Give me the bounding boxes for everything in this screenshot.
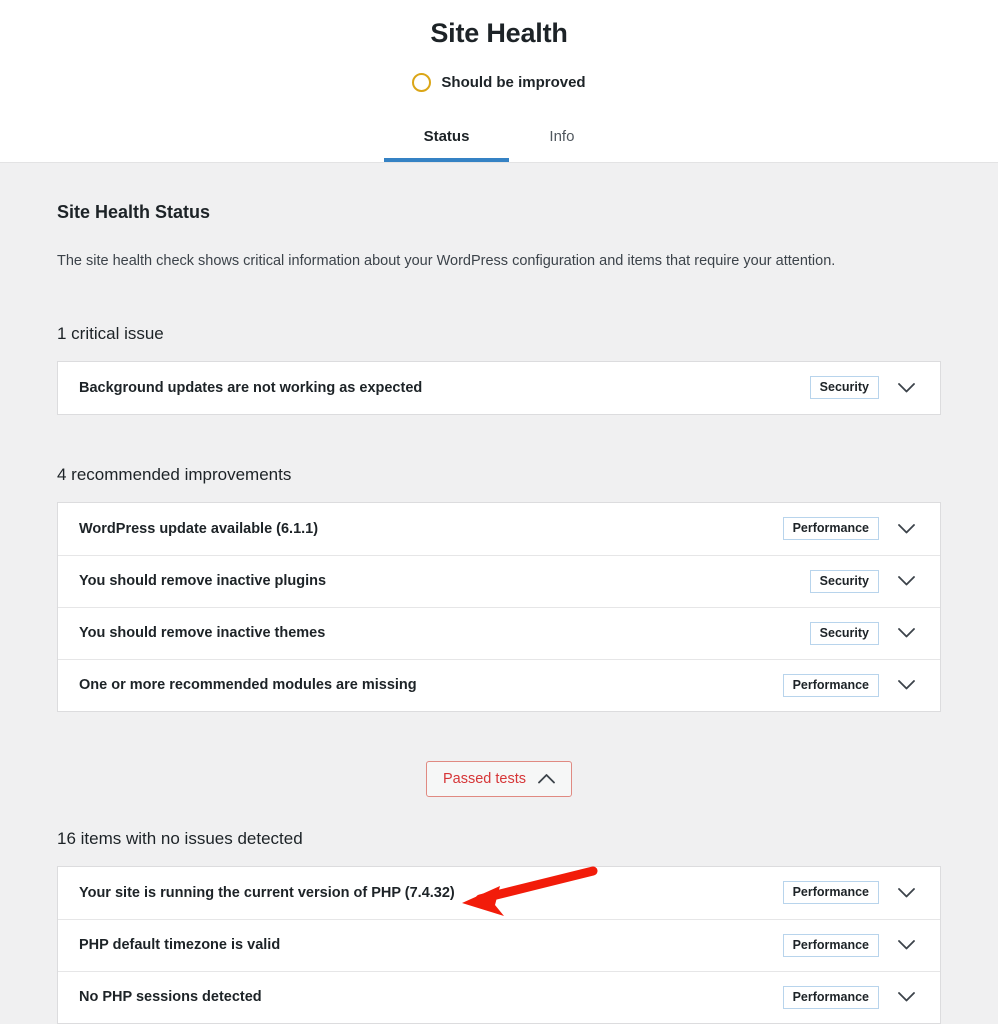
status-badge: Security <box>809 376 879 400</box>
status-badge: Performance <box>782 933 879 957</box>
tab-bar: Status Info <box>0 116 998 162</box>
issue-label: You should remove inactive plugins <box>79 573 327 590</box>
table-row[interactable]: Background updates are not working as ex… <box>58 362 940 414</box>
status-badge: Performance <box>782 517 879 541</box>
table-row[interactable]: You should remove inactive plugins Secur… <box>58 554 940 607</box>
status-badge: Performance <box>782 673 879 697</box>
group-heading-passed: 16 items with no issues detected <box>57 828 303 848</box>
chevron-down-icon[interactable] <box>893 568 919 594</box>
table-row[interactable]: PHP default timezone is valid Performanc… <box>58 918 940 971</box>
chevron-down-icon[interactable] <box>893 620 919 646</box>
issue-label: Background updates are not working as ex… <box>79 379 423 396</box>
status-badge: Security <box>809 569 879 593</box>
section-description: The site health check shows critical inf… <box>57 253 836 269</box>
chevron-down-icon[interactable] <box>893 932 919 958</box>
passed-tests-label: Passed tests <box>442 770 526 787</box>
chevron-down-icon[interactable] <box>893 672 919 698</box>
table-row[interactable]: WordPress update available (6.1.1) Perfo… <box>58 503 940 555</box>
tab-info[interactable]: Info <box>509 129 614 162</box>
chevron-down-icon[interactable] <box>893 516 919 542</box>
overall-status: Should be improved <box>0 73 998 92</box>
site-health-body: Site Health Status The site health check… <box>0 163 998 1024</box>
passed-tests-card: Your site is running the current version… <box>57 865 941 1024</box>
chevron-up-icon <box>538 773 555 784</box>
table-row[interactable]: No PHP sessions detected Performance <box>58 970 940 1023</box>
tab-status[interactable]: Status <box>383 129 510 162</box>
group-heading-critical: 1 critical issue <box>57 323 164 343</box>
page-title: Site Health <box>430 18 568 48</box>
chevron-down-icon[interactable] <box>893 880 919 906</box>
issue-label: You should remove inactive themes <box>79 625 326 642</box>
group-heading-recommended: 4 recommended improvements <box>57 464 292 484</box>
status-badge: Performance <box>782 985 879 1009</box>
status-label: Should be improved <box>441 74 586 91</box>
table-row[interactable]: Your site is running the current version… <box>58 867 940 919</box>
issue-label: Your site is running the current version… <box>79 884 455 901</box>
critical-issues-card: Background updates are not working as ex… <box>57 360 941 415</box>
table-row[interactable]: One or more recommended modules are miss… <box>58 658 940 711</box>
issue-label: PHP default timezone is valid <box>79 937 281 954</box>
circle-outline-icon <box>412 73 432 92</box>
issue-label: WordPress update available (6.1.1) <box>79 520 319 537</box>
passed-tests-toggle-wrap: Passed tests <box>57 712 941 797</box>
chevron-down-icon[interactable] <box>893 984 919 1010</box>
table-row[interactable]: You should remove inactive themes Securi… <box>58 606 940 659</box>
issue-label: No PHP sessions detected <box>79 989 262 1006</box>
issue-label: One or more recommended modules are miss… <box>79 677 417 694</box>
section-title: Site Health Status <box>57 202 211 222</box>
status-badge: Performance <box>782 881 879 905</box>
status-badge: Security <box>809 621 879 645</box>
passed-tests-button[interactable]: Passed tests <box>425 760 572 797</box>
chevron-down-icon[interactable] <box>893 375 919 401</box>
site-health-header: Site Health Should be improved Status In… <box>0 0 998 163</box>
recommended-improvements-card: WordPress update available (6.1.1) Perfo… <box>57 501 941 712</box>
